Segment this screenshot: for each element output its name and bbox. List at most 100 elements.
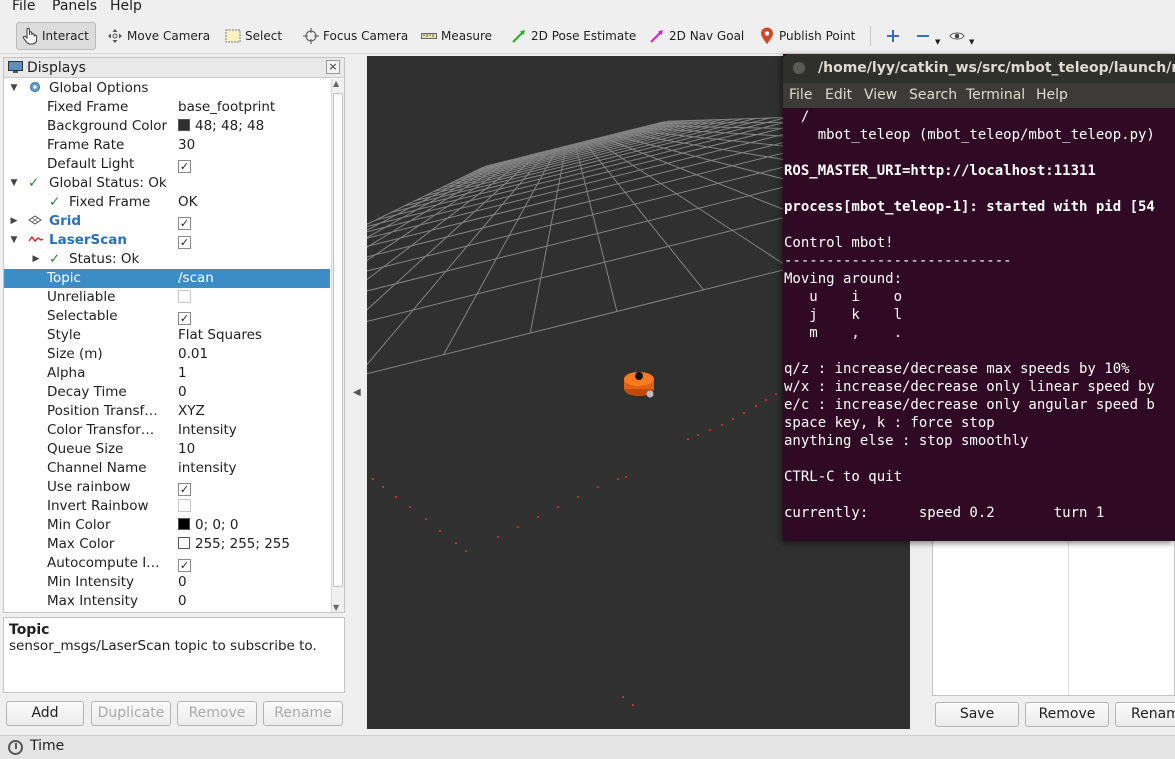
tree-row-decay-time[interactable]: Decay Time 0 [4, 383, 330, 402]
tree-row-position-transformer[interactable]: Position Transf… XYZ [4, 402, 330, 421]
display-tree[interactable]: ▼ Global Options Fixed Frame base_footpr… [4, 79, 330, 612]
tree-row-max-color[interactable]: Max Color 255; 255; 255 [4, 535, 330, 554]
tree-row-value[interactable]: 0.01 [178, 345, 208, 364]
tree-row-default-light[interactable]: Default Light ✓ [4, 155, 330, 174]
checkbox-checked[interactable]: ✓ [178, 483, 191, 496]
tree-row-style[interactable]: Style Flat Squares [4, 326, 330, 345]
tree-row-value[interactable]: 48; 48; 48 [178, 117, 264, 136]
collapsed-arrow-icon[interactable]: ▶ [31, 250, 41, 269]
terminal-menu-view[interactable]: View [864, 87, 897, 103]
tree-row-invert-rainbow[interactable]: Invert Rainbow [4, 497, 330, 516]
remove-tool-button[interactable]: ▼ [914, 22, 940, 50]
tree-row-alpha[interactable]: Alpha 1 [4, 364, 330, 383]
tree-row-use-rainbow[interactable]: Use rainbow ✓ [4, 478, 330, 497]
view-tool-button[interactable]: ▼ [948, 22, 974, 50]
tool-2d-pose-estimate[interactable]: 2D Pose Estimate [510, 22, 636, 50]
terminal-title-bar[interactable]: /home/lyy/catkin_ws/src/mbot_teleop/laun… [783, 54, 1175, 83]
tree-row-fixed-frame-status[interactable]: ✓ Fixed Frame OK [4, 193, 330, 212]
tree-row-selectable[interactable]: Selectable ✓ [4, 307, 330, 326]
scrollbar-thumb[interactable] [333, 93, 343, 587]
tree-row-fixed-frame[interactable]: Fixed Frame base_footprint [4, 98, 330, 117]
menu-help[interactable]: Help [110, 0, 142, 14]
save-button[interactable]: Save [935, 702, 1019, 727]
tree-row-value[interactable]: /scan [178, 269, 214, 288]
tree-row-global-options[interactable]: ▼ Global Options [4, 79, 330, 98]
tree-row-global-status[interactable]: ▼ ✓ Global Status: Ok [4, 174, 330, 193]
tree-row-value[interactable]: XYZ [178, 402, 205, 421]
tree-row-min-color[interactable]: Min Color 0; 0; 0 [4, 516, 330, 535]
tree-row-size[interactable]: Size (m) 0.01 [4, 345, 330, 364]
tree-scrollbar[interactable]: ▲ ▼ [331, 79, 344, 612]
terminal-output[interactable]: / mbot_teleop (mbot_teleop/mbot_teleop.p… [783, 108, 1175, 541]
tree-row-value[interactable]: 0 [178, 573, 187, 592]
tool-2d-nav-goal[interactable]: 2D Nav Goal [648, 22, 744, 50]
tree-row-laserscan-status[interactable]: ▶ ✓ Status: Ok [4, 250, 330, 269]
terminal-menu-terminal[interactable]: Terminal [966, 87, 1025, 103]
checkbox-unchecked[interactable] [178, 499, 191, 512]
terminal-menu-help[interactable]: Help [1036, 87, 1068, 103]
tree-row-value[interactable]: intensity [178, 459, 237, 478]
duplicate-button[interactable]: Duplicate [91, 701, 171, 726]
tool-measure[interactable]: Measure [420, 22, 492, 50]
tree-row-frame-rate[interactable]: Frame Rate 30 [4, 136, 330, 155]
tree-row-min-intensity[interactable]: Min Intensity 0 [4, 573, 330, 592]
add-tool-button[interactable] [884, 22, 905, 50]
terminal-menu-edit[interactable]: Edit [825, 87, 852, 103]
tree-row-color-transformer[interactable]: Color Transfor… Intensity [4, 421, 330, 440]
collapse-left-icon[interactable]: ◀ [353, 387, 361, 398]
close-icon[interactable]: × [326, 60, 340, 74]
tree-row-value[interactable]: Flat Squares [178, 326, 262, 345]
tree-row-max-intensity[interactable]: Max Intensity 0 [4, 592, 330, 611]
terminal-menu-file[interactable]: File [789, 87, 812, 103]
tree-row-value[interactable]: 0 [178, 383, 187, 402]
tree-row-value[interactable]: 255; 255; 255 [178, 535, 290, 554]
terminal-menu-search[interactable]: Search [909, 87, 957, 103]
remove-button[interactable]: Remove [177, 701, 257, 726]
tree-row-value[interactable]: 10 [178, 440, 195, 459]
collapsed-arrow-icon[interactable]: ▶ [9, 212, 19, 231]
expand-arrow-icon[interactable]: ▼ [9, 79, 19, 98]
checkbox-checked[interactable]: ✓ [178, 160, 191, 173]
tree-row-grid[interactable]: ▶ Grid ✓ [4, 212, 330, 231]
tree-row-topic[interactable]: Topic /scan [4, 269, 330, 288]
tool-select[interactable]: Select [224, 22, 282, 50]
scroll-down-icon[interactable]: ▼ [333, 603, 339, 612]
checkbox-checked[interactable]: ✓ [178, 559, 191, 572]
panel-splitter[interactable]: ◀ [346, 57, 366, 729]
tree-row-label: Channel Name [47, 460, 147, 476]
checkbox-checked[interactable]: ✓ [178, 236, 191, 249]
tool-interact[interactable]: Interact [16, 22, 96, 50]
checkbox-unchecked[interactable] [178, 290, 191, 303]
views-remove-button[interactable]: Remove [1025, 702, 1109, 727]
checkbox-checked[interactable]: ✓ [178, 312, 191, 325]
menu-file[interactable]: File [12, 0, 35, 14]
terminal-line: u i o [784, 289, 903, 305]
views-rename-button[interactable]: Renam [1115, 702, 1175, 727]
tree-row-channel-name[interactable]: Channel Name intensity [4, 459, 330, 478]
scroll-up-icon[interactable]: ▲ [333, 79, 339, 88]
terminal-window[interactable]: /home/lyy/catkin_ws/src/mbot_teleop/laun… [783, 54, 1175, 541]
tree-row-value[interactable]: Intensity [178, 421, 237, 440]
tree-row-autocompute-intensity[interactable]: Autocompute I… ✓ [4, 554, 330, 573]
rename-button[interactable]: Rename [263, 701, 343, 726]
expand-arrow-icon[interactable]: ▼ [9, 174, 19, 193]
tool-focus-camera[interactable]: Focus Camera [302, 22, 408, 50]
checkbox-checked[interactable]: ✓ [178, 217, 191, 230]
tree-row-label: Status: Ok [69, 251, 140, 267]
tree-row-unreliable[interactable]: Unreliable [4, 288, 330, 307]
tree-row-value[interactable]: base_footprint [178, 98, 275, 117]
tree-row-background-color[interactable]: Background Color 48; 48; 48 [4, 117, 330, 136]
tool-move-camera[interactable]: Move Camera [106, 22, 210, 50]
window-control-icon[interactable] [793, 62, 805, 74]
tree-row-value[interactable]: 0; 0; 0 [178, 516, 238, 535]
tree-row-value: ✓ [178, 155, 191, 174]
tree-row-laserscan[interactable]: ▼ LaserScan ✓ [4, 231, 330, 250]
tree-row-value[interactable]: 30 [178, 136, 195, 155]
tree-row-value[interactable]: 1 [178, 364, 187, 383]
expand-arrow-icon[interactable]: ▼ [9, 231, 19, 250]
add-button[interactable]: Add [6, 701, 84, 726]
tree-row-queue-size[interactable]: Queue Size 10 [4, 440, 330, 459]
menu-panels[interactable]: Panels [52, 0, 97, 14]
tree-row-value[interactable]: 0 [178, 592, 187, 611]
tool-publish-point[interactable]: Publish Point [758, 22, 855, 50]
